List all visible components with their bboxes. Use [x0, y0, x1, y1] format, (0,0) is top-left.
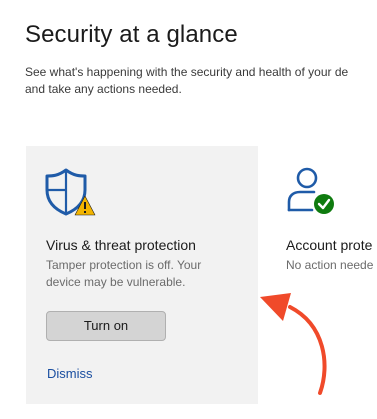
shield-warning-icon	[44, 166, 98, 223]
red-arrow-icon	[250, 285, 340, 405]
page-subtitle-line-2: and take any actions needed.	[25, 82, 182, 96]
page-subtitle: See what's happening with the security a…	[25, 64, 377, 98]
account-card-description: No action neede	[286, 258, 374, 272]
virus-card-description-line-1: Tamper protection is off. Your	[46, 258, 202, 272]
windows-security-page: Security at a glance See what's happenin…	[0, 0, 377, 419]
virus-card-description-line-2: device may be vulnerable.	[46, 275, 186, 289]
page-subtitle-line-1: See what's happening with the security a…	[25, 65, 349, 79]
virus-card-description: Tamper protection is off. Your device ma…	[46, 257, 201, 291]
page-title: Security at a glance	[25, 21, 238, 48]
virus-threat-protection-card[interactable]: Virus & threat protection Tamper protect…	[26, 146, 258, 404]
account-card-title: Account prote	[286, 237, 373, 253]
person-check-icon	[286, 166, 336, 221]
turn-on-button[interactable]: Turn on	[46, 311, 166, 341]
dismiss-link[interactable]: Dismiss	[47, 366, 93, 381]
virus-card-title: Virus & threat protection	[46, 237, 196, 253]
